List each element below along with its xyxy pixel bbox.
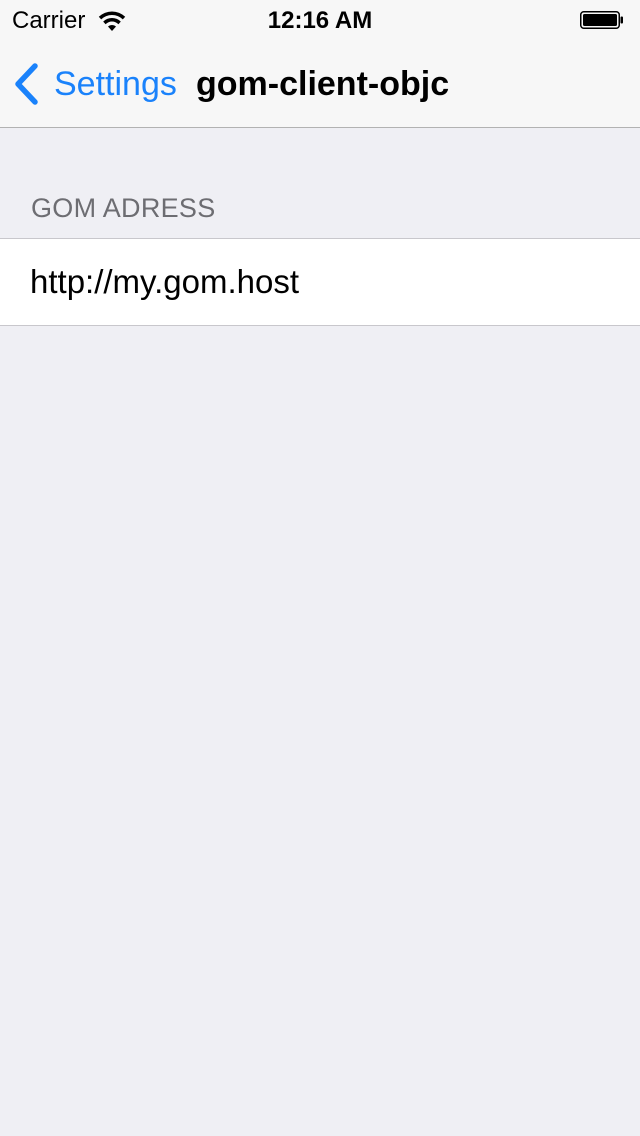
chevron-left-icon <box>15 63 38 105</box>
battery-icon <box>580 11 623 29</box>
status-bar: Carrier 12:16 AM <box>0 0 640 40</box>
navigation-bar: Settings gom-client-objc <box>0 40 640 128</box>
back-button-label: Settings <box>54 65 177 103</box>
page-title: gom-client-objc <box>196 65 450 103</box>
section-header-gom-address: GOM ADRESS <box>31 193 216 223</box>
gom-address-field[interactable] <box>30 239 620 325</box>
settings-group <box>0 238 640 326</box>
back-button[interactable]: Settings <box>14 62 177 106</box>
status-time: 12:16 AM <box>267 7 373 34</box>
